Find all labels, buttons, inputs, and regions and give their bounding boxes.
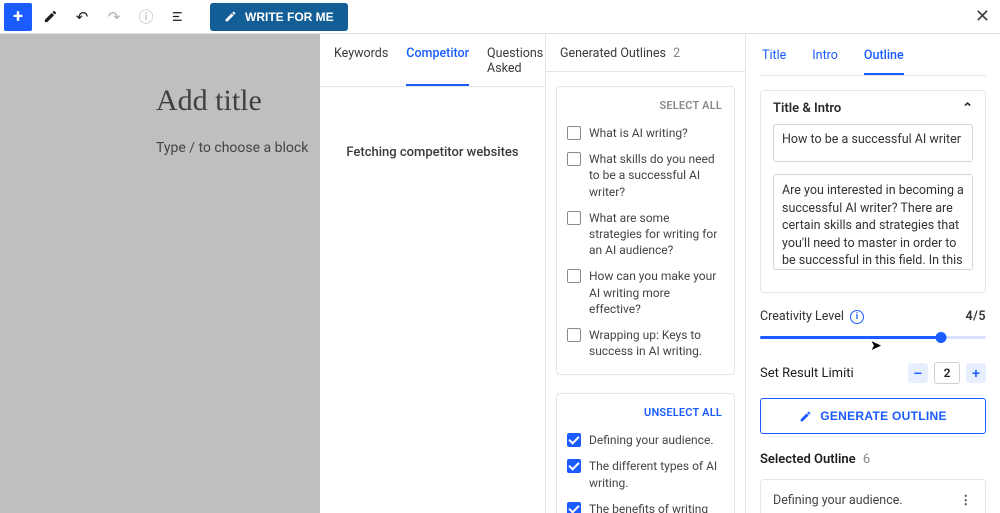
outline-item-label: Defining your audience. — [589, 432, 714, 448]
intro-field[interactable] — [773, 174, 973, 270]
checkbox[interactable] — [567, 433, 581, 447]
result-limit-stepper: − 2 + — [908, 362, 986, 384]
outline-item-label: How can you make your AI writing more ef… — [589, 268, 724, 317]
checkbox[interactable] — [567, 328, 581, 342]
checkbox[interactable] — [567, 126, 581, 140]
info-icon[interactable]: i — [851, 366, 854, 381]
checkbox[interactable] — [567, 152, 581, 166]
creativity-slider[interactable] — [760, 330, 986, 344]
outline-item-label: The benefits of writing for an AI audien… — [589, 501, 724, 513]
selected-outline-header: Selected Outline 6 — [760, 452, 986, 467]
generate-outline-button[interactable]: GENERATE OUTLINE — [760, 398, 986, 434]
generated-outlines-header: Generated Outlines 2 — [546, 34, 745, 72]
outline-card: SELECT ALL What is AI writing? What skills… — [556, 86, 735, 375]
checkbox[interactable] — [567, 459, 581, 473]
research-tabs: Keywords Competitor Questions Asked — [320, 34, 545, 87]
outline-item[interactable]: The benefits of writing for an AI audien… — [565, 496, 726, 513]
checkbox[interactable] — [567, 269, 581, 283]
outline-item[interactable]: What is AI writing? — [565, 120, 726, 146]
generated-outlines-panel: Generated Outlines 2 SELECT ALL What is A… — [546, 34, 746, 513]
research-panel: Keywords Competitor Questions Asked Fetchi… — [320, 34, 546, 513]
tab-competitor[interactable]: Competitor — [406, 46, 469, 86]
tab-keywords[interactable]: Keywords — [334, 46, 388, 86]
side-panel: Title Intro Outline Title & Intro ⌃ Creati… — [746, 34, 1000, 513]
add-block-button[interactable]: + — [4, 3, 32, 31]
editor-overlay — [0, 34, 320, 513]
outline-card: UNSELECT ALL Defining your audience. The d… — [556, 393, 735, 513]
outline-item[interactable]: Wrapping up: Keys to success in AI writi… — [565, 322, 726, 364]
outline-item[interactable]: Defining your audience. — [565, 427, 726, 453]
outline-item-label: What are some strategies for writing for… — [589, 210, 724, 259]
creativity-label: Creativity Level — [760, 309, 844, 324]
topbar: + ↶ ↷ ⓘ WRITE FOR ME ✕ — [0, 0, 1000, 34]
pencil-icon — [799, 410, 812, 423]
increment-button[interactable]: + — [966, 363, 986, 383]
title-intro-header: Title & Intro — [773, 101, 841, 116]
chevron-up-icon[interactable]: ⌃ — [962, 101, 973, 116]
checkbox[interactable] — [567, 211, 581, 225]
outline-item[interactable]: The different types of AI writing. — [565, 453, 726, 495]
pencil-icon — [224, 10, 237, 23]
outline-item[interactable]: What are some strategies for writing for… — [565, 205, 726, 264]
tab-questions-asked[interactable]: Questions Asked — [487, 46, 543, 86]
undo-icon[interactable]: ↶ — [68, 3, 96, 31]
result-limit-value[interactable]: 2 — [934, 362, 960, 384]
info-icon[interactable]: ⓘ — [132, 3, 160, 31]
more-icon[interactable]: ⋮ — [960, 492, 974, 508]
result-limit-label: Set Result Limit — [760, 366, 851, 381]
write-for-me-label: WRITE FOR ME — [245, 10, 334, 24]
checkbox[interactable] — [567, 502, 581, 513]
editor-canvas: Add title Type / to choose a block — [0, 34, 320, 513]
outline-item[interactable]: What skills do you need to be a successf… — [565, 146, 726, 205]
toggle-select-button[interactable]: SELECT ALL — [565, 97, 726, 120]
close-icon[interactable]: ✕ — [975, 6, 990, 27]
write-for-me-button[interactable]: WRITE FOR ME — [210, 3, 348, 31]
side-tabs: Title Intro Outline — [760, 34, 986, 76]
creativity-value: 4/5 — [965, 309, 986, 324]
outline-view-icon[interactable] — [164, 3, 192, 31]
redo-icon[interactable]: ↷ — [100, 3, 128, 31]
research-body: Fetching competitor websites — [320, 87, 545, 513]
title-intro-section: Title & Intro ⌃ — [760, 90, 986, 293]
outline-item-label: The different types of AI writing. — [589, 458, 724, 490]
edit-icon[interactable] — [36, 3, 64, 31]
tab-intro[interactable]: Intro — [812, 48, 838, 75]
outline-item-label: What skills do you need to be a successf… — [589, 151, 724, 200]
outline-item-label: What is AI writing? — [589, 125, 688, 141]
tab-title[interactable]: Title — [762, 48, 786, 75]
title-field[interactable] — [773, 124, 973, 162]
outline-item-label: Wrapping up: Keys to success in AI writi… — [589, 327, 724, 359]
outline-item[interactable]: How can you make your AI writing more ef… — [565, 263, 726, 322]
tab-outline[interactable]: Outline — [864, 48, 904, 75]
info-icon[interactable]: i — [850, 310, 864, 324]
toggle-select-button[interactable]: UNSELECT ALL — [565, 404, 726, 427]
selected-outline-item[interactable]: Defining your audience. ⋮ — [760, 479, 986, 513]
decrement-button[interactable]: − — [908, 363, 928, 383]
